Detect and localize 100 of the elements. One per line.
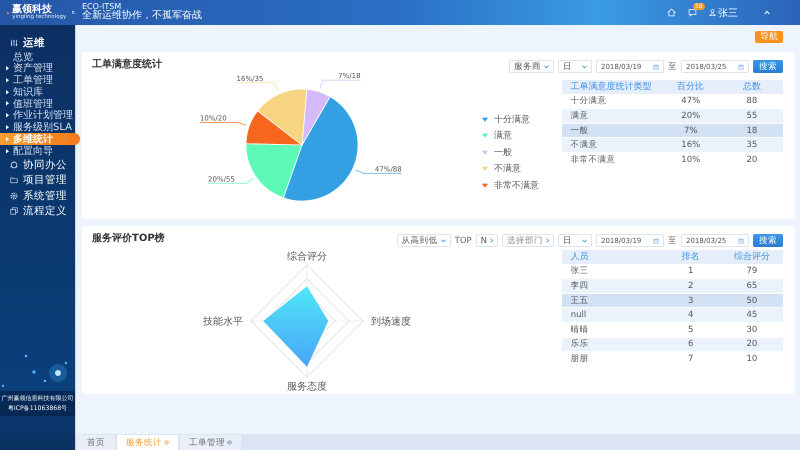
table-cell-text: 一般 xyxy=(570,124,590,137)
table-cell-text: 30 xyxy=(745,324,758,335)
sidebar-item[interactable]: 总览 xyxy=(0,50,75,62)
axis-label: 综合评分 xyxy=(287,252,327,262)
caret-right-icon xyxy=(6,66,9,71)
copy-icon xyxy=(10,207,18,216)
table-row[interactable]: 晴晴 5 30 xyxy=(562,322,783,337)
folder-icon xyxy=(10,176,18,184)
table-row[interactable]: 乐乐 6 20 xyxy=(562,338,783,352)
table-cell-text: 16% xyxy=(680,140,702,150)
axis-label: 服务态度 xyxy=(287,382,327,392)
search-button[interactable]: 搜索 xyxy=(753,234,783,247)
table-cell-text: 3 xyxy=(687,296,694,306)
select-field[interactable]: 日 xyxy=(558,60,592,73)
sidebar-item[interactable]: 资产管理 xyxy=(0,62,75,74)
axis-label: 技能水平 xyxy=(203,316,243,328)
sidebar-section[interactable]: 运维 xyxy=(0,35,75,51)
table-cell-text: 十分满意 xyxy=(570,95,608,108)
card-title: 工单满意度统计 xyxy=(92,57,162,71)
table-cell-text: 45 xyxy=(745,310,758,320)
home-icon[interactable] xyxy=(667,8,676,17)
calendar-icon xyxy=(738,238,744,244)
table-cell-text: 王五 xyxy=(570,294,590,307)
sidebar-section[interactable]: 项目管理 xyxy=(0,172,75,188)
table-cell-text: 李四 xyxy=(570,280,590,292)
cycle-icon xyxy=(10,160,18,169)
axis-label: 到场速度 xyxy=(371,316,411,328)
table-row[interactable]: 王五 3 50 xyxy=(562,294,783,308)
caret-right-icon xyxy=(6,125,9,130)
sidebar-item[interactable]: 工单管理 xyxy=(0,74,75,86)
table-cell-text: null xyxy=(570,310,588,320)
column-header: 百分比 xyxy=(676,80,706,94)
sidebar-item[interactable]: 服务级别SLA xyxy=(0,121,75,134)
table-row[interactable]: 李四 2 65 xyxy=(562,279,783,293)
legend-label: 一般 xyxy=(494,146,512,158)
sidebar-item[interactable]: 知识库 xyxy=(0,86,75,98)
select-field[interactable]: 从高到低 xyxy=(396,234,451,247)
user-name[interactable]: 张三 xyxy=(718,6,738,20)
caret-right-icon xyxy=(6,113,9,118)
table-cell-text: 2 xyxy=(687,280,694,291)
column-header: 综合评分 xyxy=(732,250,771,264)
table-cell-text: 7% xyxy=(682,126,698,136)
table-cell-text: 1 xyxy=(687,266,694,276)
table-cell-text: 5 xyxy=(687,324,694,335)
department-picker[interactable]: 选择部门 xyxy=(502,234,554,247)
table-cell-text: 满意 xyxy=(570,110,590,122)
sidebar-section[interactable]: 协同办公 xyxy=(0,156,75,172)
caret-right-icon xyxy=(6,78,9,82)
caret-up-icon[interactable] xyxy=(764,10,770,15)
table-row[interactable]: 张三 1 79 xyxy=(562,264,783,278)
table-cell-text: 79 xyxy=(745,266,758,276)
top-n-field[interactable]: N xyxy=(476,234,498,247)
table-cell-text: 65 xyxy=(745,280,758,291)
page-tab[interactable]: 工单管理 xyxy=(180,435,241,450)
sidebar-item[interactable]: 配置向导 xyxy=(0,144,75,157)
column-header: 总数 xyxy=(742,80,762,94)
legend-label: 非常不满意 xyxy=(494,180,539,192)
legend-label: 十分满意 xyxy=(494,114,530,126)
table-cell-text: 35 xyxy=(745,140,758,150)
gear-icon[interactable] xyxy=(227,440,232,445)
table-cell-text: 20 xyxy=(745,339,758,350)
table-row[interactable]: 不满意 16% 35 xyxy=(562,138,783,152)
chevron-right-icon xyxy=(490,238,493,243)
table-cell-text: 晴晴 xyxy=(570,324,590,336)
column-header: 排名 xyxy=(680,250,701,264)
table-row[interactable]: 一般 7% 18 xyxy=(562,124,783,138)
table-cell-text: 10 xyxy=(745,354,758,364)
grid-menu-icon[interactable] xyxy=(72,9,75,16)
select-field[interactable]: 服务商 xyxy=(509,60,554,73)
sidebar-item[interactable]: 作业计划管理 xyxy=(0,110,75,122)
slogan: 全新运维协作，不孤军奋战 xyxy=(82,11,202,22)
table-row[interactable]: 朋朋 7 10 xyxy=(562,352,783,366)
page-tab[interactable]: 首页 xyxy=(77,435,115,450)
logo-text: 赢领科技 xyxy=(12,4,52,15)
table-cell-text: 非常不满意 xyxy=(570,154,617,166)
table-row[interactable]: 十分满意 47% 88 xyxy=(562,94,783,108)
column-header: 人员 xyxy=(570,250,590,264)
sidebar-section[interactable]: 流程定义 xyxy=(0,204,75,220)
gear-icon[interactable] xyxy=(164,440,169,445)
chevron-down-icon xyxy=(440,238,446,242)
message-icon[interactable] xyxy=(688,8,697,17)
legend-label: 满意 xyxy=(494,130,512,142)
table-cell-text: 18 xyxy=(745,126,758,136)
sidebar-section[interactable]: 系统管理 xyxy=(0,188,75,204)
select-field[interactable]: 日 xyxy=(558,234,592,247)
table-cell-text: 47% xyxy=(680,96,702,106)
search-button[interactable]: 搜索 xyxy=(753,60,783,73)
table-cell-text: 张三 xyxy=(570,265,590,278)
table-row[interactable]: 满意 20% 55 xyxy=(562,109,783,123)
sidebar-item[interactable]: 值班管理 xyxy=(0,98,75,110)
table-cell-text: 55 xyxy=(745,110,758,121)
table-cell-text: 20% xyxy=(680,110,702,121)
table-cell-text: 7 xyxy=(687,354,694,364)
caret-right-icon xyxy=(6,90,9,94)
table-row[interactable]: 非常不满意 10% 20 xyxy=(562,152,783,167)
column-header: 工单满意度统计类型 xyxy=(570,80,653,94)
chevron-down-icon xyxy=(582,238,587,242)
table-cell-text: 10% xyxy=(680,154,702,165)
table-cell-text: 朋朋 xyxy=(570,352,590,365)
table-row[interactable]: null 4 45 xyxy=(562,308,783,322)
